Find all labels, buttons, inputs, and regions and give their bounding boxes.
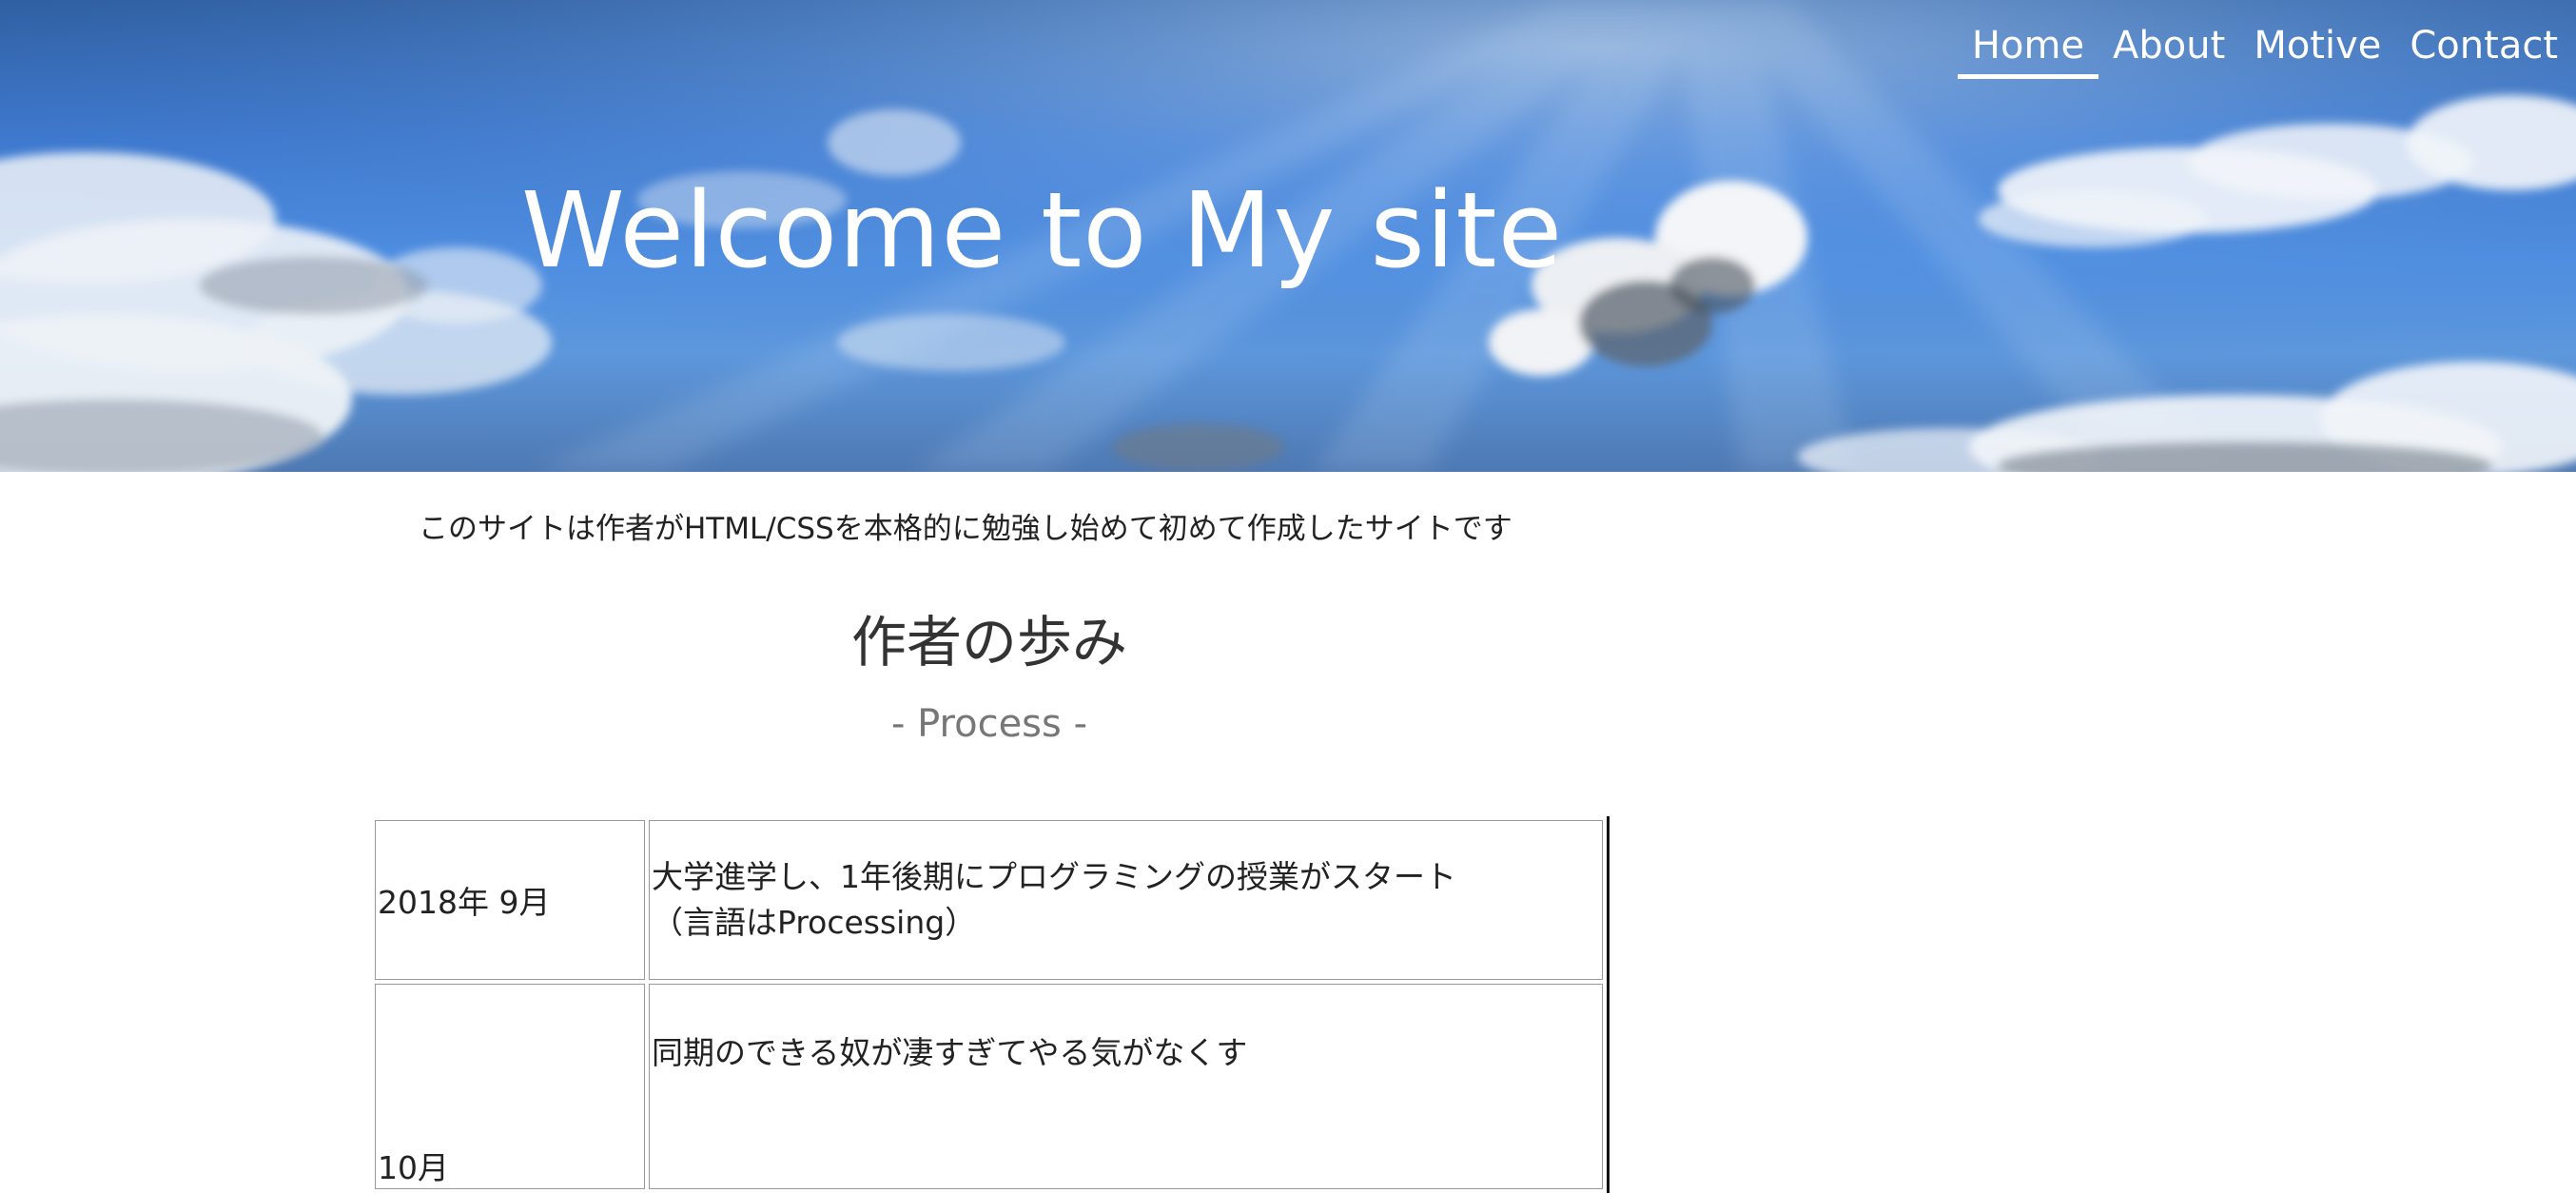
timeline-description-line: 大学進学し、1年後期にプログラミングの授業がスタート bbox=[652, 858, 1456, 895]
main-nav: Home About Motive Contact bbox=[1957, 17, 2572, 79]
section-subtitle: - Process - bbox=[890, 702, 1088, 746]
timeline-description: 同期のできる奴が凄すぎてやる気がなくす bbox=[649, 984, 1603, 1189]
nav-contact-link[interactable]: Contact bbox=[2395, 17, 2572, 79]
section-title: 作者の歩み bbox=[850, 610, 1127, 675]
timeline-description: 大学進学し、1年後期にプログラミングの授業がスタート （言語はProcessin… bbox=[649, 820, 1603, 980]
hero-title: Welcome to My site bbox=[521, 169, 1564, 291]
intro-text: このサイトは作者がHTML/CSSを本格的に勉強し始めて初めて作成したサイトです bbox=[419, 512, 1512, 546]
nav-motive-link[interactable]: Motive bbox=[2239, 17, 2395, 79]
process-timeline-table: 2018年 9月 大学進学し、1年後期にプログラミングの授業がスタート （言語は… bbox=[371, 816, 1610, 1193]
table-row: 10月 同期のできる奴が凄すぎてやる気がなくす bbox=[375, 984, 1603, 1189]
timeline-date: 10月 bbox=[375, 984, 645, 1189]
timeline-date: 2018年 9月 bbox=[375, 820, 645, 980]
timeline-description-line: 同期のできる奴が凄すぎてやる気がなくす bbox=[652, 1034, 1248, 1071]
timeline-description-line: （言語はProcessing） bbox=[652, 904, 977, 941]
hero-banner: Home About Motive Contact Welcome to My … bbox=[0, 0, 2576, 472]
nav-about-link[interactable]: About bbox=[2098, 17, 2239, 79]
table-row: 2018年 9月 大学進学し、1年後期にプログラミングの授業がスタート （言語は… bbox=[375, 820, 1603, 980]
nav-home-link[interactable]: Home bbox=[1957, 17, 2099, 79]
